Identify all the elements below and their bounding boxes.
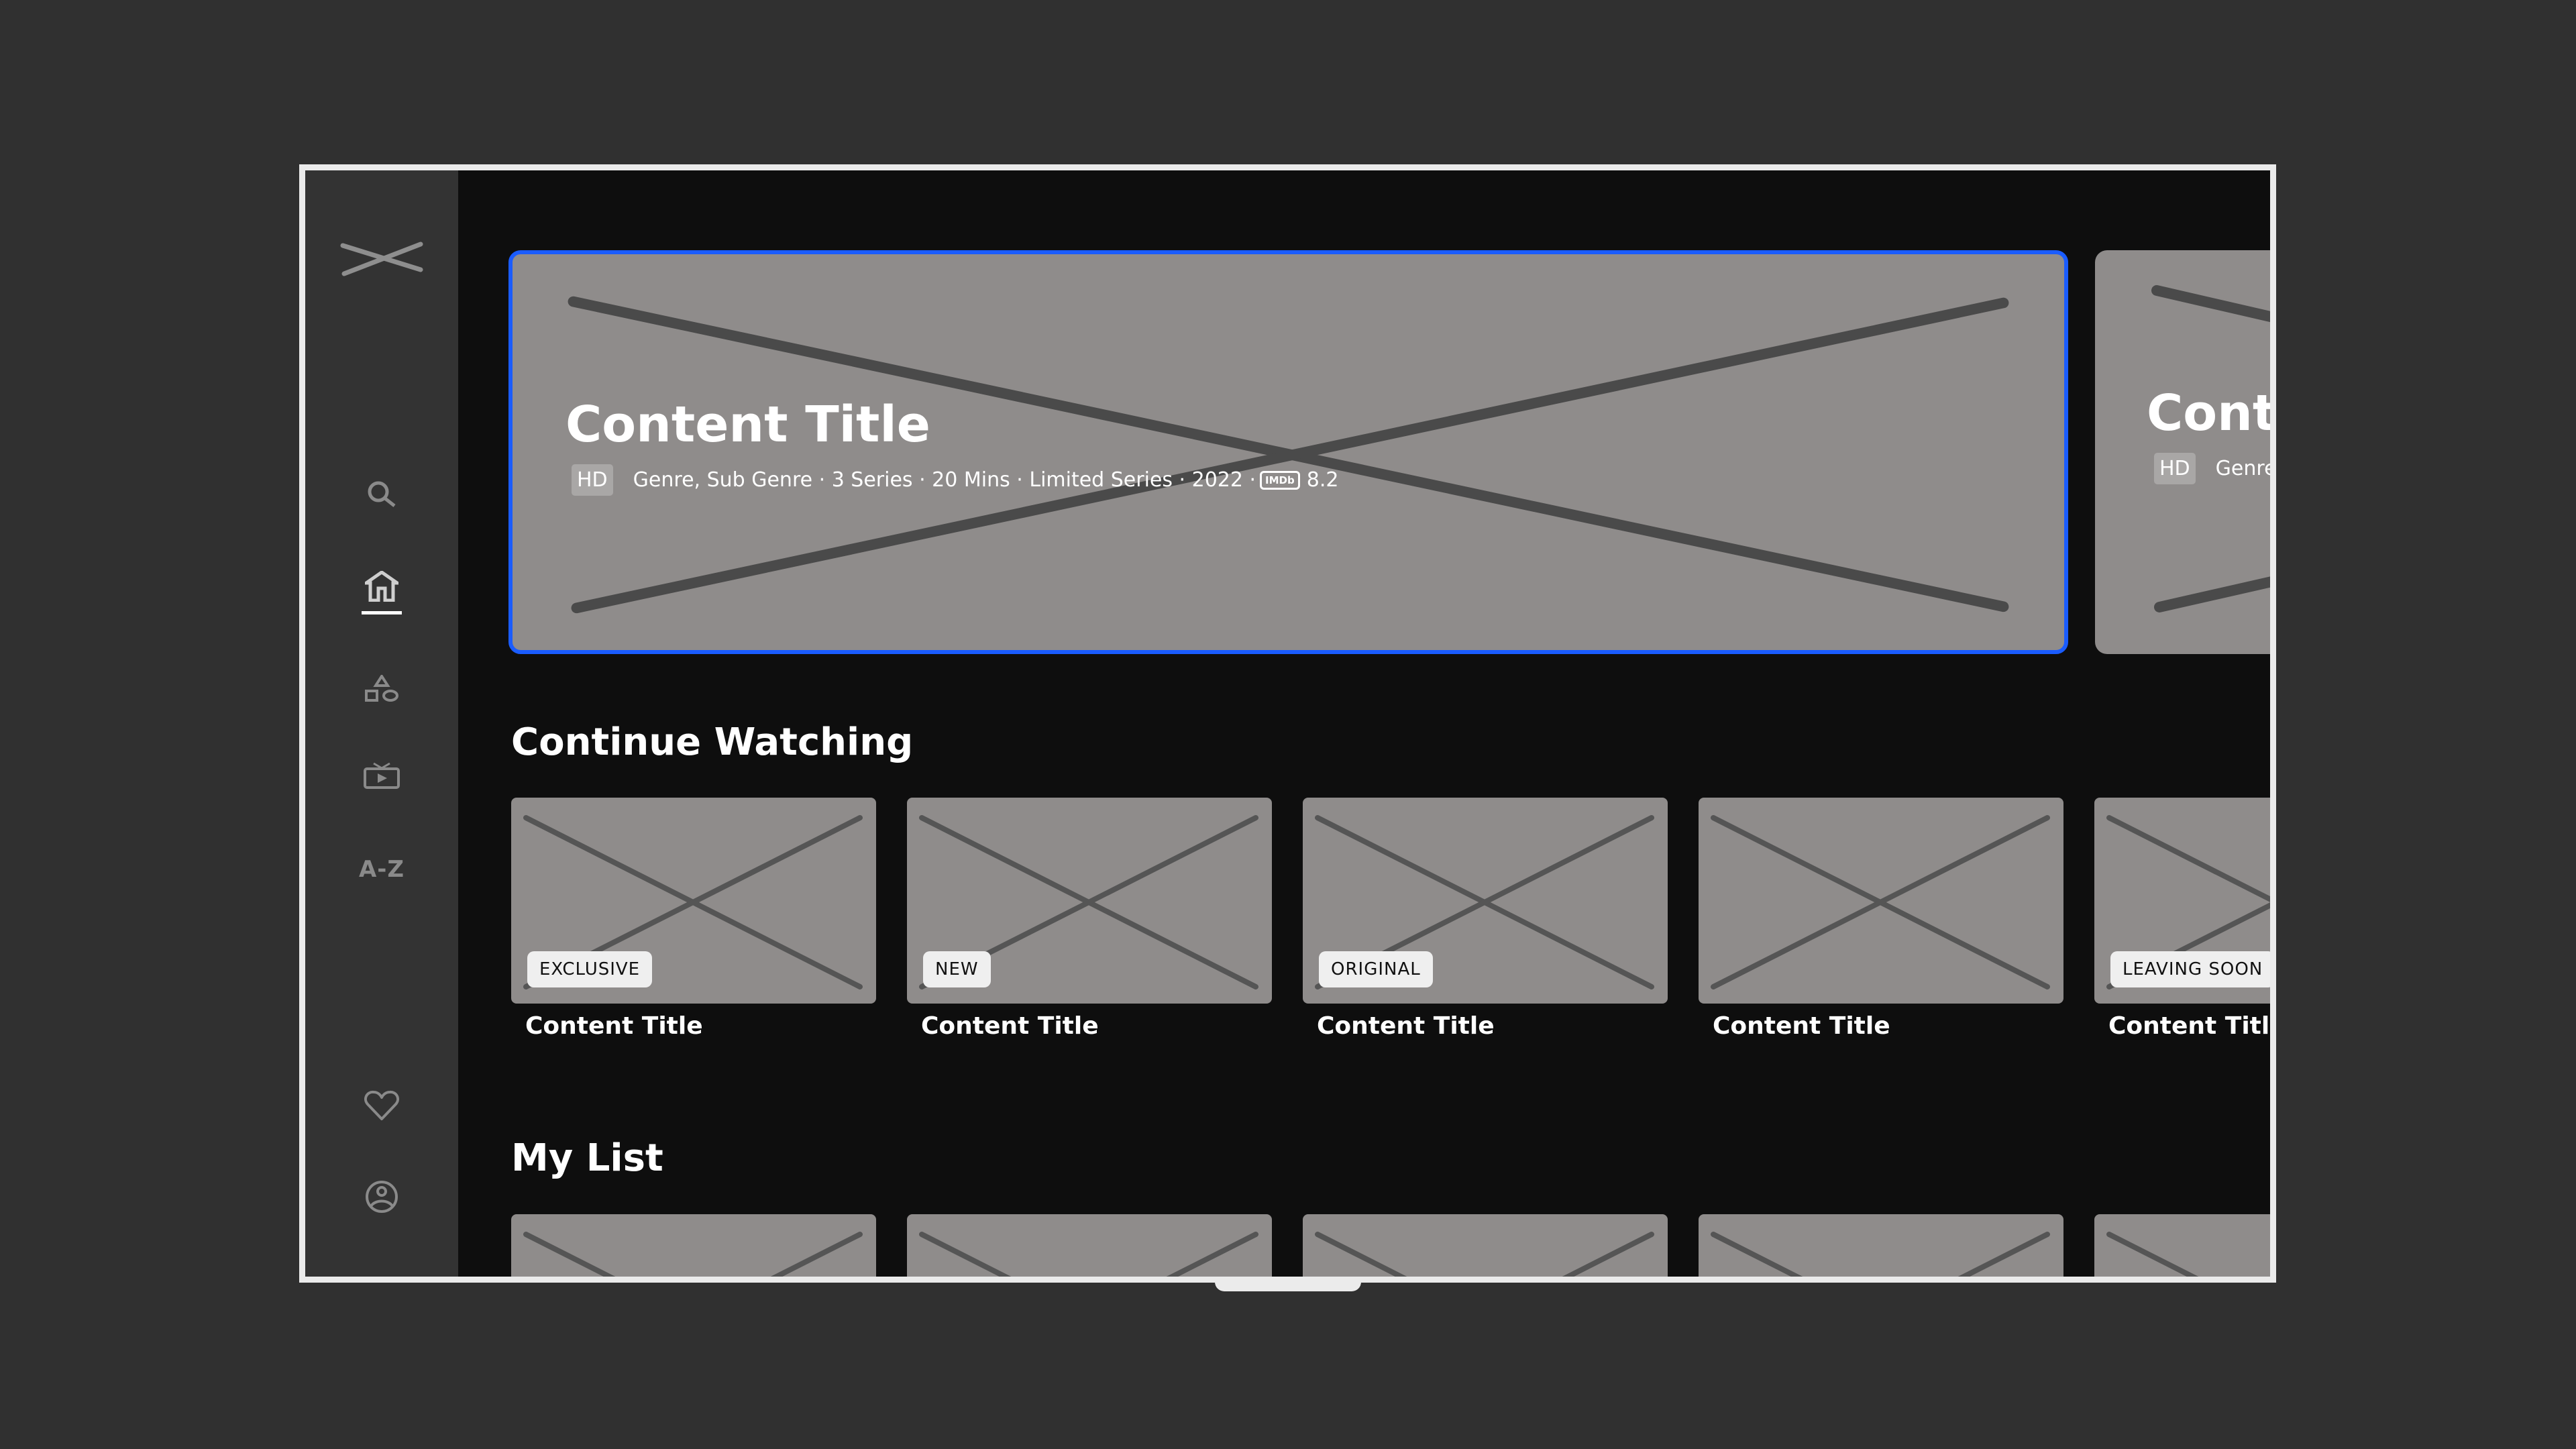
shapes-icon (365, 675, 398, 702)
content-card[interactable] (907, 1214, 1272, 1277)
tv-screen: A-Z Content Title HD Genre, Sub Genre · … (299, 164, 2276, 1283)
card-title: Content Title (2108, 1012, 2276, 1040)
image-placeholder-icon (1711, 815, 2050, 989)
imdb-rating: 8.2 (1306, 468, 1339, 492)
my-list-heading: My List (511, 1136, 663, 1180)
card-badge: EXCLUSIVE (527, 951, 653, 987)
content-card[interactable] (1699, 1214, 2063, 1277)
content-card[interactable]: ORIGINAL (1303, 798, 1668, 1004)
tv-stand (1215, 1278, 1361, 1291)
image-placeholder-icon (2106, 1232, 2199, 1277)
imdb-icon: IMDb (1260, 470, 1300, 490)
sidebar-item-home[interactable] (362, 571, 402, 614)
hero-title: Content Title (566, 396, 930, 453)
card-title: Content Title (525, 1012, 703, 1040)
sidebar-item-search[interactable] (366, 479, 398, 511)
sidebar-item-a-z[interactable]: A-Z (359, 856, 405, 883)
hero-meta-text: Genre, Sub Genre (2215, 457, 2276, 480)
sidebar-item-categories[interactable] (365, 675, 398, 702)
x-logo-icon[interactable] (339, 237, 425, 278)
hero-metadata: HD Genre, Sub Genre (2154, 453, 2276, 484)
content-card[interactable] (1303, 1214, 1668, 1277)
main-content: Content Title HD Genre, Sub Genre · 3 Se… (458, 170, 2270, 1277)
tv-play-icon (364, 762, 400, 789)
content-card[interactable] (1699, 798, 2063, 1004)
sidebar-item-live-tv[interactable] (363, 762, 400, 789)
content-card[interactable]: LEAVING SOON (2094, 798, 2270, 1004)
hero-card[interactable]: Content Title HD Genre, Sub Genre (2095, 250, 2276, 654)
card-title: Content Title (1317, 1012, 1495, 1040)
card-badge: ORIGINAL (1319, 951, 1433, 987)
sidebar: A-Z (305, 170, 458, 1277)
sidebar-item-profile[interactable] (364, 1179, 399, 1214)
continue-watching-heading: Continue Watching (511, 720, 914, 764)
hero-card[interactable]: Content Title HD Genre, Sub Genre · 3 Se… (508, 250, 2068, 654)
image-placeholder-icon (1315, 1232, 1654, 1277)
content-card[interactable]: EXCLUSIVE (511, 798, 876, 1004)
card-title: Content Title (921, 1012, 1099, 1040)
image-placeholder-icon (523, 1232, 863, 1277)
hero-metadata: HD Genre, Sub Genre · 3 Series · 20 Mins… (572, 464, 1338, 496)
content-card[interactable] (511, 1214, 876, 1277)
card-title: Content Title (1713, 1012, 1890, 1040)
content-card[interactable]: NEW (907, 798, 1272, 1004)
active-indicator (362, 611, 402, 614)
search-icon (368, 481, 396, 507)
content-card[interactable] (2094, 1214, 2270, 1277)
home-icon (365, 571, 398, 602)
image-placeholder-icon (1711, 1232, 2050, 1277)
card-badge: LEAVING SOON (2110, 951, 2270, 987)
hd-badge: HD (572, 464, 613, 496)
a-z-label: A-Z (358, 856, 405, 883)
profile-icon (366, 1181, 398, 1213)
image-placeholder-icon (2151, 285, 2270, 612)
hd-badge: HD (2154, 453, 2196, 484)
card-badge: NEW (923, 951, 991, 987)
heart-icon (364, 1090, 399, 1120)
hero-title: Content Title (2147, 384, 2276, 442)
hero-meta-text: Genre, Sub Genre · 3 Series · 20 Mins · … (633, 468, 1256, 492)
image-placeholder-icon (919, 1232, 1258, 1277)
sidebar-item-favourites[interactable] (364, 1089, 399, 1122)
